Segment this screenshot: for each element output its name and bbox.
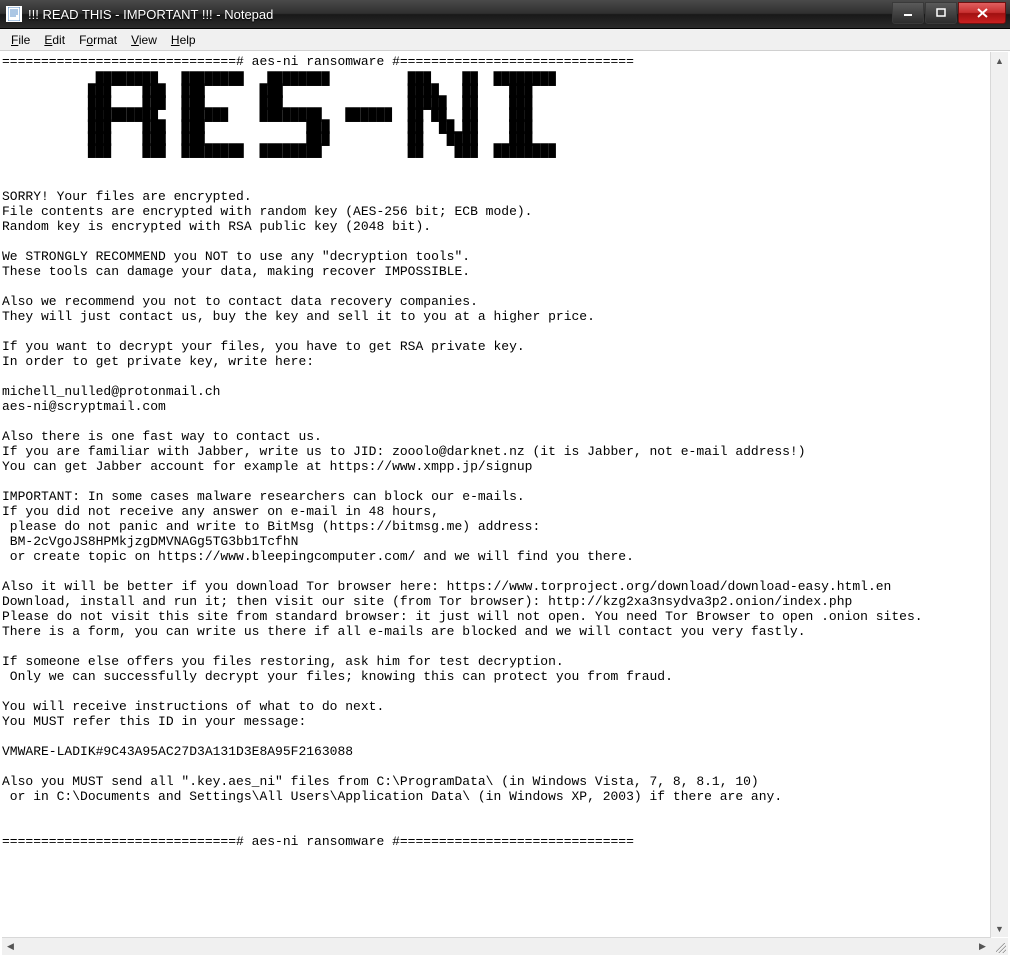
doc-line: These tools can damage your data, making…	[2, 264, 470, 279]
vertical-scrollbar[interactable]: ▲ ▼	[990, 52, 1008, 937]
window-title: !!! READ THIS - IMPORTANT !!! - Notepad	[28, 7, 891, 22]
notepad-icon	[6, 6, 22, 22]
doc-line: Random key is encrypted with RSA public …	[2, 219, 431, 234]
doc-line: We STRONGLY RECOMMEND you NOT to use any…	[2, 249, 470, 264]
text-area[interactable]: ==============================# aes-ni r…	[2, 52, 990, 937]
doc-line: There is a form, you can write us there …	[2, 624, 806, 639]
doc-email: aes-ni@scryptmail.com	[2, 399, 166, 414]
scroll-down-icon[interactable]: ▼	[991, 920, 1008, 937]
resize-grip[interactable]	[991, 938, 1008, 955]
close-button[interactable]	[958, 2, 1006, 24]
doc-line: If you did not receive any answer on e-m…	[2, 504, 439, 519]
scroll-up-icon[interactable]: ▲	[991, 52, 1008, 69]
menu-edit[interactable]: Edit	[37, 31, 72, 49]
maximize-button[interactable]	[925, 2, 957, 24]
doc-line: Also there is one fast way to contact us…	[2, 429, 322, 444]
doc-line: If you are familiar with Jabber, write u…	[2, 444, 806, 459]
doc-email: michell_nulled@protonmail.ch	[2, 384, 220, 399]
menu-view[interactable]: View	[124, 31, 164, 49]
doc-line: You MUST refer this ID in your message:	[2, 714, 306, 729]
doc-line: File contents are encrypted with random …	[2, 204, 533, 219]
doc-line: or create topic on https://www.bleepingc…	[2, 549, 634, 564]
titlebar[interactable]: !!! READ THIS - IMPORTANT !!! - Notepad	[0, 0, 1010, 29]
client-area: ==============================# aes-ni r…	[0, 51, 1010, 957]
doc-line: They will just contact us, buy the key a…	[2, 309, 595, 324]
menu-help[interactable]: Help	[164, 31, 203, 49]
window-buttons	[891, 2, 1006, 22]
minimize-button[interactable]	[892, 2, 924, 24]
doc-id: VMWARE-LADIK#9C43A95AC27D3A131D3E8A95F21…	[2, 744, 353, 759]
doc-line: You will receive instructions of what to…	[2, 699, 384, 714]
menu-file[interactable]: File	[4, 31, 37, 49]
scroll-right-icon[interactable]: ▶	[974, 938, 991, 955]
doc-line: IMPORTANT: In some cases malware researc…	[2, 489, 525, 504]
doc-line: Only we can successfully decrypt your fi…	[2, 669, 673, 684]
ascii-art-logo: ████████ ████████ ████████ ███ ██ ██████…	[2, 73, 990, 157]
menubar: File Edit Format View Help	[0, 29, 1010, 51]
doc-line: Also it will be better if you download T…	[2, 579, 891, 594]
doc-line: or in C:\Documents and Settings\All User…	[2, 789, 782, 804]
menu-format[interactable]: Format	[72, 31, 124, 49]
doc-line: please do not panic and write to BitMsg …	[2, 519, 540, 534]
horizontal-scrollbar[interactable]: ◀ ▶	[2, 937, 991, 955]
doc-line: In order to get private key, write here:	[2, 354, 314, 369]
doc-line: Also we recommend you not to contact dat…	[2, 294, 478, 309]
doc-line: You can get Jabber account for example a…	[2, 459, 533, 474]
doc-line: Please do not visit this site from stand…	[2, 609, 923, 624]
doc-line: Download, install and run it; then visit…	[2, 594, 852, 609]
notepad-window: !!! READ THIS - IMPORTANT !!! - Notepad …	[0, 0, 1010, 957]
doc-footer-rule: ==============================# aes-ni r…	[2, 834, 634, 849]
doc-line: Also you MUST send all ".key.aes_ni" fil…	[2, 774, 759, 789]
scroll-left-icon[interactable]: ◀	[2, 938, 19, 955]
doc-header-rule: ==============================# aes-ni r…	[2, 54, 634, 69]
doc-line: BM-2cVgoJS8HPMkjzgDMVNAGg5TG3bb1TcfhN	[2, 534, 298, 549]
doc-line: If you want to decrypt your files, you h…	[2, 339, 525, 354]
doc-line: SORRY! Your files are encrypted.	[2, 189, 252, 204]
doc-line: If someone else offers you files restori…	[2, 654, 564, 669]
